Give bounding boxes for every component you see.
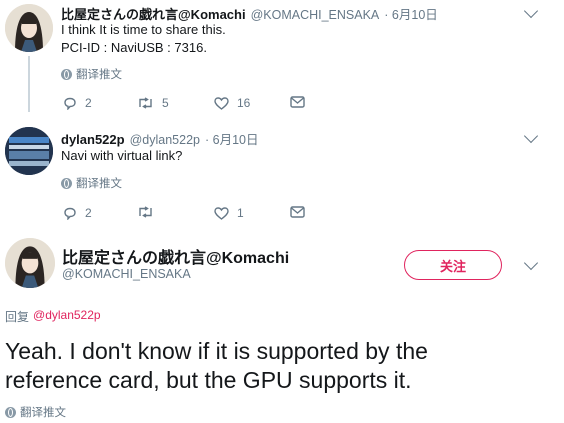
chevron-down-icon[interactable] [523, 3, 539, 19]
tweet-text: Navi with virtual link? [61, 148, 183, 163]
translate-link[interactable]: 翻译推文 [61, 66, 122, 82]
retweet-button[interactable]: 5 [137, 96, 169, 110]
avatar-image [5, 238, 55, 288]
like-count: 16 [237, 96, 251, 110]
translate-label: 翻译推文 [76, 178, 122, 190]
author-name[interactable]: 比屋定さんの戯れ言@Komachi [61, 4, 246, 23]
retweet-icon [139, 97, 152, 109]
like-icon [214, 96, 229, 110]
like-button[interactable]: 16 [214, 96, 250, 110]
avatar-komachi[interactable] [5, 4, 53, 52]
retweet-icon [139, 206, 152, 218]
main-author-name[interactable]: 比屋定さんの戯れ言@Komachi [62, 244, 289, 268]
avatar-image [5, 4, 53, 52]
like-icon [214, 206, 229, 220]
chevron-down-icon[interactable] [523, 128, 539, 144]
main-author-handle[interactable]: @KOMACHI_ENSAKA [62, 267, 191, 281]
retweet-count: 5 [162, 96, 169, 110]
reply-prefix: 回复 [5, 310, 30, 324]
main-tweet-line: reference card, but the GPU supports it. [5, 367, 412, 393]
globe-icon [61, 68, 72, 80]
reply-to-link[interactable]: @dylan522p [33, 308, 101, 325]
avatar-komachi[interactable] [5, 238, 55, 288]
translate-label: 翻译推文 [76, 69, 122, 81]
reply-count: 2 [85, 96, 92, 110]
avatar-image [5, 127, 53, 175]
like-count: 1 [237, 206, 244, 220]
globe-icon [61, 177, 72, 189]
tweet-text-line: I think It is time to share this. [61, 22, 226, 37]
tweet-date[interactable]: · 6月10日 [384, 4, 438, 23]
author-handle[interactable]: @KOMACHI_ENSAKA [251, 8, 380, 22]
reply-button[interactable]: 2 [63, 96, 92, 110]
message-button[interactable] [290, 96, 305, 108]
translate-link[interactable]: 翻译推文 [61, 175, 122, 191]
author-handle[interactable]: @dylan522p [130, 133, 200, 147]
globe-icon [5, 406, 16, 418]
main-tweet-line: Yeah. I don't know if it is supported by… [5, 338, 428, 364]
translate-label: 翻译推文 [20, 407, 66, 419]
message-icon [290, 206, 305, 218]
author-name[interactable]: dylan522p [61, 132, 125, 147]
like-button[interactable]: 1 [214, 206, 244, 220]
thread-line [28, 56, 30, 112]
chevron-down-icon[interactable] [523, 255, 539, 271]
reply-count: 2 [85, 206, 92, 220]
follow-button[interactable]: 关注 [404, 250, 502, 280]
message-icon [290, 96, 305, 108]
avatar-dylan[interactable] [5, 127, 53, 175]
reply-button[interactable]: 2 [63, 206, 92, 220]
reply-icon [64, 97, 76, 110]
translate-link[interactable]: 翻译推文 [5, 404, 66, 420]
message-button[interactable] [290, 206, 305, 218]
retweet-button[interactable] [137, 206, 162, 218]
tweet-date[interactable]: · 6月10日 [205, 129, 259, 148]
reply-icon [64, 207, 76, 220]
tweet-text-line: PCI-ID : NaviUSB : 7316. [61, 40, 207, 55]
follow-label: 关注 [439, 258, 466, 274]
